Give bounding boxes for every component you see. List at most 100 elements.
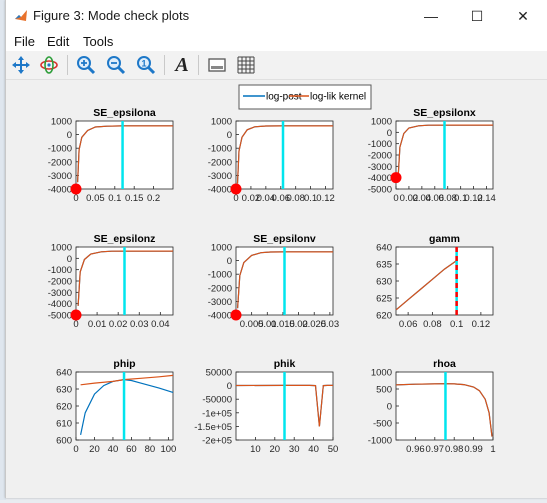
y-tick-label: 0 <box>227 130 232 141</box>
mode-marker <box>230 309 242 321</box>
y-tick-label: -3000 <box>208 171 232 182</box>
restore-view-icon[interactable]: 1 <box>134 53 158 77</box>
x-tick-label: 0 <box>393 193 398 204</box>
y-tick-label: 640 <box>56 368 72 379</box>
mode-marker <box>70 309 82 321</box>
grid-icon[interactable] <box>234 53 258 77</box>
x-tick-label: 0.97 <box>426 444 445 455</box>
subplot-title: SE_epsilonx <box>413 107 476 119</box>
y-tick-label: 1000 <box>211 117 232 128</box>
matlab-app-icon <box>15 10 27 21</box>
y-tick-label: -4000 <box>48 185 72 196</box>
figure-window: Figure 3: Mode check plots — ☐ ✕ File Ed… <box>5 0 547 498</box>
x-tick-label: 0 <box>73 193 78 204</box>
x-tick-label: 0.1 <box>108 193 121 204</box>
x-tick-label: 0.98 <box>445 444 464 455</box>
x-tick-label: 0.03 <box>321 319 340 330</box>
x-tick-label: 0 <box>233 193 238 204</box>
axes-box <box>395 246 494 316</box>
x-tick-label: 0.15 <box>125 193 144 204</box>
y-tick-label: 630 <box>376 277 392 288</box>
figure-canvas[interactable]: log-post log-lik kernel SE_epsilona -4000… <box>6 80 547 498</box>
y-tick-label: 50000 <box>206 368 232 379</box>
insert-text-icon[interactable]: A <box>170 53 194 77</box>
x-tick-label: 0.14 <box>477 193 496 204</box>
y-tick-label: -1e+05 <box>202 408 232 419</box>
zoom-out-icon[interactable] <box>104 53 128 77</box>
y-tick-label: -4000 <box>208 185 232 196</box>
y-tick-label: 0 <box>387 402 392 413</box>
y-tick-label: 0 <box>67 254 72 265</box>
y-tick-label: -1.5e+05 <box>194 422 232 433</box>
y-tick-label: -1000 <box>48 144 72 155</box>
mode-marker <box>230 183 242 195</box>
y-tick-label: -1000 <box>368 139 392 150</box>
rotate-icon[interactable] <box>37 53 61 77</box>
x-tick-label: 60 <box>126 444 137 455</box>
axes-box <box>235 120 334 190</box>
close-button[interactable]: ✕ <box>500 0 546 32</box>
x-tick-label: 0.03 <box>130 319 149 330</box>
pan-icon[interactable] <box>9 53 33 77</box>
subplot-0: SE_epsilona -4000 -3000 -2000 -1000 0 1000 0 0.0… <box>48 107 174 204</box>
x-tick-label: 1 <box>490 444 495 455</box>
x-tick-label: 0 <box>73 444 78 455</box>
subplot-title: SE_epsilonv <box>253 233 316 245</box>
axes-box-icon[interactable] <box>205 53 229 77</box>
x-tick-label: 0.12 <box>316 193 335 204</box>
maximize-button[interactable]: ☐ <box>454 0 500 32</box>
x-tick-label: 80 <box>145 444 156 455</box>
minimize-button[interactable]: — <box>408 0 454 32</box>
y-tick-label: -4000 <box>208 311 232 322</box>
y-tick-label: -2000 <box>208 157 232 168</box>
x-tick-label: 0.02 <box>109 319 128 330</box>
y-tick-label: -1000 <box>208 270 232 281</box>
y-tick-label: 625 <box>376 294 392 305</box>
y-tick-label: 500 <box>376 385 392 396</box>
y-tick-label: -5000 <box>48 311 72 322</box>
y-tick-label: 1000 <box>371 368 392 379</box>
axes-box <box>75 120 174 190</box>
y-tick-label: -2e+05 <box>202 436 232 447</box>
menu-tools[interactable]: Tools <box>83 34 113 49</box>
x-tick-label: 0.96 <box>406 444 425 455</box>
y-tick-label: 600 <box>56 436 72 447</box>
y-tick-label: -3000 <box>208 297 232 308</box>
subplot-title: gamm <box>429 233 460 245</box>
subplot-title: phip <box>113 358 135 370</box>
menu-file[interactable]: File <box>14 34 35 49</box>
x-tick-label: 0.01 <box>88 319 107 330</box>
x-tick-label: 20 <box>270 444 281 455</box>
y-tick-label: -50000 <box>202 395 232 406</box>
toolbar-separator <box>198 55 199 75</box>
mode-marker <box>390 172 402 184</box>
subplot-1: -4000-3000-2000-1000010000 0.020.040.060.… <box>208 117 335 205</box>
x-tick-label: 40 <box>308 444 319 455</box>
title-bar: Figure 3: Mode check plots — ☐ ✕ <box>6 0 547 32</box>
y-tick-label: 1000 <box>51 117 72 128</box>
x-tick-label: 0.2 <box>147 193 160 204</box>
subplot-title: SE_epsilona <box>93 107 156 119</box>
y-tick-label: 1000 <box>371 117 392 128</box>
x-tick-label: 40 <box>108 444 119 455</box>
x-tick-label: 0.08 <box>286 193 305 204</box>
menu-bar: File Edit Tools <box>6 32 547 50</box>
y-tick-label: 620 <box>56 402 72 413</box>
y-tick-label: 640 <box>376 243 392 254</box>
menu-edit[interactable]: Edit <box>47 34 69 49</box>
mode-marker <box>70 183 82 195</box>
zoom-in-icon[interactable] <box>74 53 98 77</box>
subplot-title: SE_epsilonz <box>94 233 156 245</box>
window-title: Figure 3: Mode check plots <box>33 8 190 23</box>
subplot-7: phik -2e+05 -1.5e+05 -1e+05 -50000 0 50000 10 20… <box>194 358 338 455</box>
x-tick-label: 0.99 <box>464 444 483 455</box>
y-tick-label: 635 <box>376 260 392 271</box>
plots-svg: log-post log-lik kernel SE_epsilona -4000… <box>48 84 496 455</box>
y-tick-label: 0 <box>227 381 232 392</box>
subplot-8: rhoa -1000 -500 0 500 1000 0.96 0.97 0.98 0.99 1 <box>368 358 496 455</box>
y-tick-label: -5000 <box>368 185 392 196</box>
x-tick-label: 0.1 <box>450 319 463 330</box>
y-tick-label: -3000 <box>368 162 392 173</box>
subplot-5: gamm 620 625 630 635 640 0.06 0.08 0.1 0.12 <box>376 233 494 330</box>
x-tick-label: 50 <box>328 444 339 455</box>
